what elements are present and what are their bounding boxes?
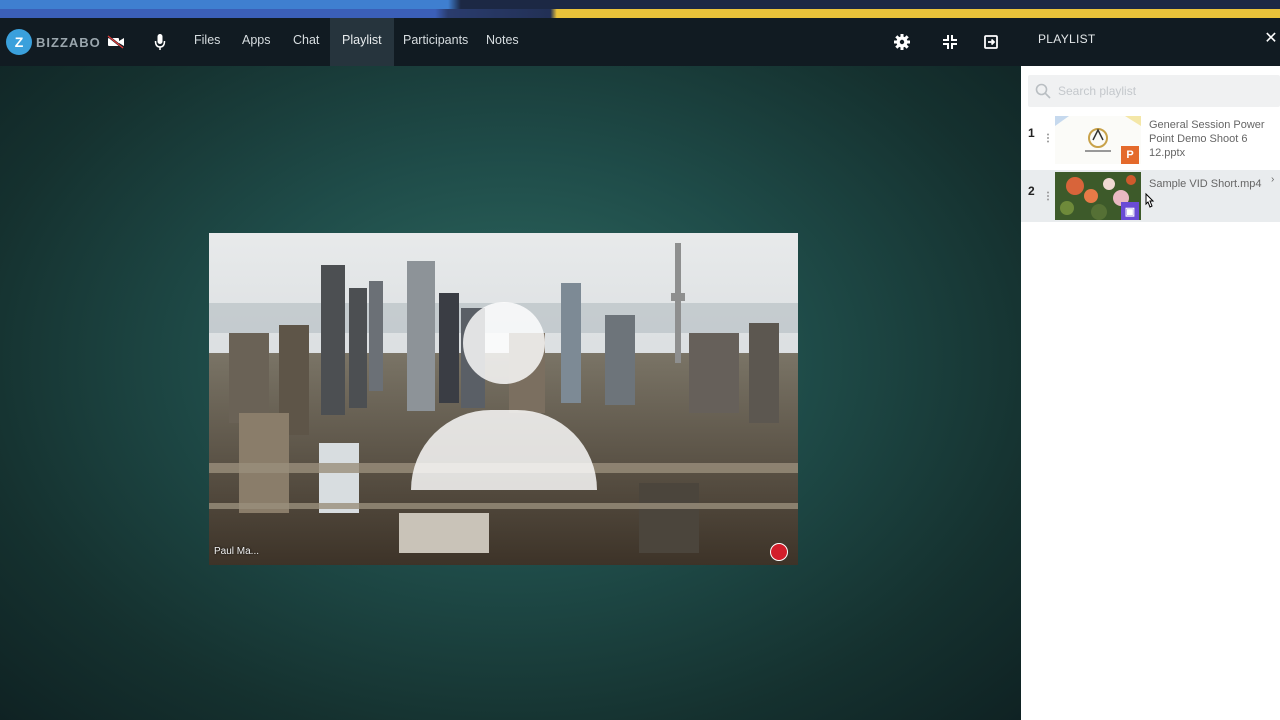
avatar-placeholder-head	[463, 302, 545, 384]
nav-participants[interactable]: Participants	[391, 18, 480, 66]
close-icon[interactable]: ✕	[1262, 30, 1280, 48]
exit-icon[interactable]	[981, 32, 1001, 52]
search-playlist-input[interactable]	[1058, 82, 1258, 100]
nav-notes[interactable]: Notes	[474, 18, 531, 66]
item-menu-chevron-icon[interactable]: ›	[1271, 174, 1274, 185]
drag-handle-icon[interactable]	[1046, 130, 1050, 143]
playlist-item-title: Sample VID Short.mp4	[1149, 178, 1262, 190]
playlist-item[interactable]: 1 P General Session Power Point Demo Sho…	[1021, 112, 1280, 164]
playlist-item-index: 2	[1028, 184, 1035, 198]
panel-title: PLAYLIST	[1038, 32, 1096, 46]
mouse-cursor-icon	[1143, 192, 1157, 215]
powerpoint-file-icon: P	[1121, 146, 1139, 164]
file-type-label: ▣	[1124, 205, 1136, 218]
file-type-label: P	[1126, 149, 1134, 161]
camera-off-icon[interactable]	[106, 32, 126, 52]
playlist-item[interactable]: 2 ▣ Sample VID Short.mp4 ›	[1021, 170, 1280, 222]
nav-files[interactable]: Files	[182, 18, 232, 66]
settings-gear-icon[interactable]	[892, 32, 912, 52]
logo-mark-icon: Z	[6, 29, 32, 55]
app-logo[interactable]: Z BIZZABO	[6, 29, 101, 55]
participant-name-label: Paul Ma...	[214, 546, 260, 557]
microphone-icon[interactable]	[150, 32, 170, 52]
playlist-item-title: General Session Power Point Demo Shoot 6…	[1149, 119, 1265, 159]
playlist-sidebar	[1021, 66, 1280, 720]
search-icon	[1034, 82, 1052, 100]
participant-video-tile[interactable]	[209, 233, 798, 565]
city-skyline-image	[209, 233, 798, 565]
nav-playlist[interactable]: Playlist	[330, 18, 394, 66]
video-file-icon: ▣	[1121, 202, 1139, 220]
muted-camera-badge-icon	[770, 543, 788, 561]
top-accent-strip	[0, 0, 1280, 18]
playlist-item-index: 1	[1028, 126, 1035, 140]
nav-apps[interactable]: Apps	[230, 18, 283, 66]
collapse-icon[interactable]	[940, 32, 960, 52]
drag-handle-icon[interactable]	[1046, 188, 1050, 201]
app-name: BIZZABO	[36, 34, 101, 50]
nav-chat[interactable]: Chat	[281, 18, 331, 66]
